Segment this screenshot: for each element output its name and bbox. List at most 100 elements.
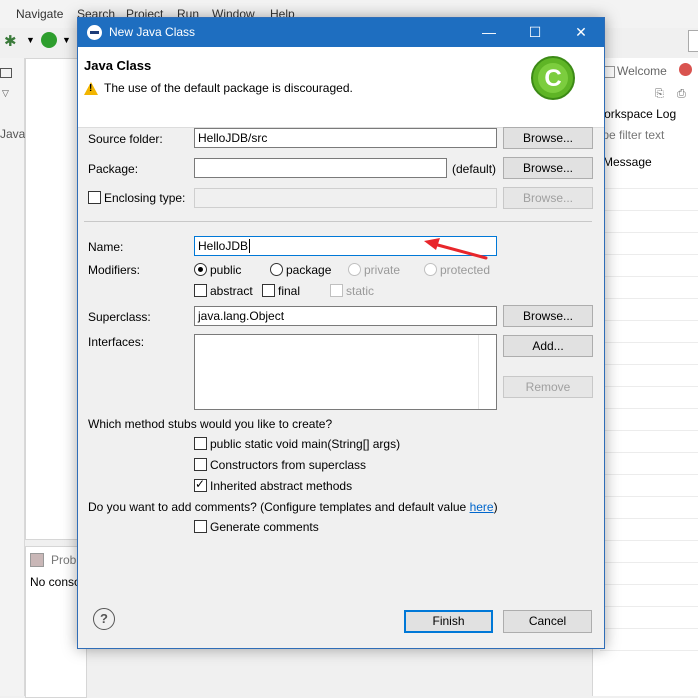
package-label: Package: [88,162,139,176]
menu-navigate[interactable]: Navigate [16,7,63,21]
maximize-button[interactable]: ☐ [512,18,558,47]
interfaces-list[interactable] [194,334,497,410]
modifier-protected-label: protected [440,263,491,277]
grid-line [600,650,698,651]
enclosing-type-field [194,188,497,208]
name-value: HelloJDB [198,239,249,253]
stubs-question: Which method stubs would you like to cre… [88,417,333,431]
final-checkbox[interactable] [262,284,275,297]
error-log-icon[interactable] [679,63,692,76]
superclass-field[interactable]: java.lang.Object [194,306,497,326]
debug-icon[interactable]: ✱ [4,32,17,50]
static-label: static [346,284,375,298]
comments-question-end: ) [493,500,498,514]
finish-button[interactable]: Finish [404,610,493,633]
enclosing-type-label: Enclosing type: [104,191,186,205]
static-checkbox [330,284,343,297]
source-folder-browse-button[interactable]: Browse... [503,127,593,149]
dialog-title: New Java Class [109,25,196,39]
comments-question: Do you want to add comments? (Configure … [88,500,498,514]
constructors-checkbox[interactable] [194,458,207,471]
grid-line [600,496,698,497]
interfaces-scrollbar[interactable] [478,335,496,409]
new-java-class-dialog: New Java Class — ☐ ✕ Java Class The use … [77,17,605,649]
problems-icon [30,553,44,567]
grid-line [600,452,698,453]
banner-message: The use of the default package is discou… [104,81,353,95]
grid-line [600,210,698,211]
column-header-message[interactable]: Message [603,155,652,169]
configure-templates-link[interactable]: here [470,500,494,514]
banner-heading: Java Class [84,58,152,73]
run-icon[interactable] [41,32,57,48]
dialog-titlebar[interactable]: New Java Class — ☐ ✕ [78,18,604,47]
constructors-label: Constructors from superclass [210,458,367,472]
modifier-private-label: private [364,263,401,277]
restore-icon[interactable] [0,68,12,78]
grid-line [600,518,698,519]
quick-access-input[interactable] [688,30,698,52]
modifier-private-radio [348,263,361,276]
left-strip-label: Java [0,127,26,141]
grid-line [600,320,698,321]
modifier-protected-radio [424,263,437,276]
grid-line [600,562,698,563]
chevron-down-icon[interactable]: ▽ [2,88,9,99]
generate-comments-checkbox[interactable] [194,520,207,533]
tab-welcome[interactable]: Welcome [617,64,667,78]
eclipse-icon [87,25,102,40]
grid-line [600,342,698,343]
package-default-hint: (default) [452,162,497,176]
grid-line [600,540,698,541]
generate-comments-label: Generate comments [210,520,319,534]
abstract-label: abstract [210,284,253,298]
warning-icon [84,82,98,95]
package-field[interactable] [194,158,447,178]
cancel-button[interactable]: Cancel [503,610,592,633]
export-log-icon[interactable]: ⎘ [655,88,664,101]
modifier-public-radio[interactable] [194,263,207,276]
chevron-down-icon[interactable]: ▼ [62,35,71,45]
main-method-checkbox[interactable] [194,437,207,450]
close-button[interactable]: ✕ [558,18,604,47]
grid-line [600,254,698,255]
modifier-package-radio[interactable] [270,263,283,276]
grid-line [600,474,698,475]
final-label: final [278,284,301,298]
package-browse-button[interactable]: Browse... [503,157,593,179]
grid-line [600,386,698,387]
help-icon[interactable]: ? [93,608,115,630]
source-folder-field[interactable]: HelloJDB/src [194,128,497,148]
grid-line [600,628,698,629]
modifiers-label: Modifiers: [88,263,141,277]
dialog-banner: Java Class The use of the default packag… [78,47,604,128]
radio-selected-dot [198,267,203,272]
enclosing-type-checkbox[interactable] [88,191,101,204]
right-panel: Welcome ⎘ ⎙ Workspace Log type filter te… [592,58,698,696]
problems-body: No conso [30,575,81,589]
class-wizard-logo-icon: C [531,56,575,100]
grid-line [600,606,698,607]
grid-line [600,364,698,365]
grid-line [600,276,698,277]
modifier-public-label: public [210,263,242,277]
import-log-icon[interactable]: ⎙ [677,88,686,101]
grid-line [600,408,698,409]
grid-line [600,430,698,431]
abstract-checkbox[interactable] [194,284,207,297]
workspace-log-title: Workspace Log [593,107,677,121]
problems-tab-label[interactable]: Prob [51,553,76,567]
minimize-button[interactable]: — [466,18,512,47]
comments-question-text: Do you want to add comments? (Configure … [88,500,470,514]
name-label: Name: [88,240,124,254]
superclass-browse-button[interactable]: Browse... [503,305,593,327]
grid-line [600,298,698,299]
interfaces-label: Interfaces: [88,335,145,349]
grid-line [600,188,698,189]
chevron-down-icon[interactable]: ▼ [26,35,35,45]
text-caret [249,239,251,253]
inherited-methods-label: Inherited abstract methods [210,479,353,493]
grid-line [600,232,698,233]
inherited-methods-checkbox[interactable]: ✓ [194,477,207,492]
add-interface-button[interactable]: Add... [503,335,593,357]
